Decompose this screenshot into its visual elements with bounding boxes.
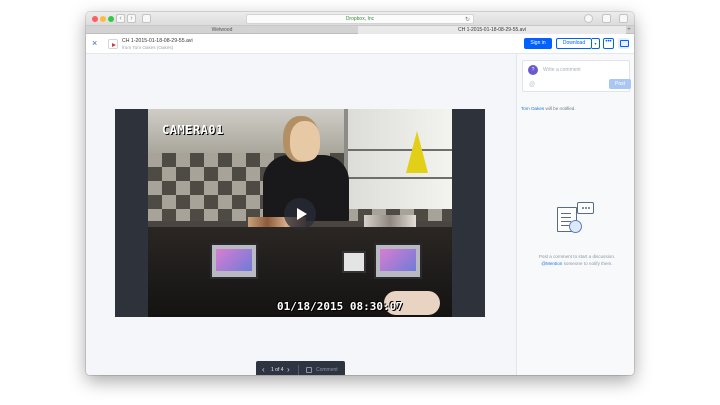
download-button[interactable]: Download [556, 38, 592, 49]
next-page-chevron-icon[interactable]: › [287, 365, 290, 375]
avatar: ? [528, 65, 538, 75]
add-comment-button[interactable]: Comment [316, 367, 338, 373]
browser-window: ‹ › Dropbox, Inc ↻ Wetwood CH 1-2015-01-… [86, 12, 634, 375]
notify-suffix: will be notified. [544, 106, 576, 111]
page-navigator: ‹ 1 of 4 › Comment [256, 361, 345, 375]
window-zoom-button[interactable] [108, 16, 114, 22]
frame-register-left [210, 243, 258, 279]
file-owner: from Tom Oakes (Oakes) [122, 45, 174, 50]
window-minimize-button[interactable] [100, 16, 106, 22]
close-icon[interactable]: × [92, 38, 97, 48]
comments-panel: ? Write a comment @ Post Tom Oakes will … [516, 54, 634, 375]
comments-toggle-icon[interactable] [618, 38, 629, 49]
comment-composer: ? Write a comment @ Post [522, 60, 631, 92]
new-tab-button[interactable]: + [626, 27, 632, 33]
tabs-overview-icon[interactable] [619, 14, 628, 23]
camera-timestamp: 01/18/2015 08:30:07 [277, 300, 403, 313]
window-close-button[interactable] [92, 16, 98, 22]
more-options-button[interactable]: ••• [603, 38, 614, 49]
reload-icon[interactable]: ↻ [465, 16, 470, 24]
share-icon[interactable] [602, 14, 611, 23]
sidebar-toggle-icon[interactable] [142, 14, 151, 23]
browser-toolbar: ‹ › Dropbox, Inc ↻ [86, 12, 634, 26]
frame-wet-floor-sign [406, 131, 428, 173]
post-button[interactable]: Post [609, 79, 631, 89]
video-player[interactable]: CAMERA01 01/18/2015 08:30:07 [115, 109, 485, 317]
frame-person-head [290, 121, 320, 161]
address-text: Dropbox, Inc [345, 16, 375, 22]
mention-button[interactable]: @ [529, 82, 535, 88]
preview-area: CAMERA01 01/18/2015 08:30:07 ‹ 1 of 4 › … [86, 54, 516, 375]
comment-icon[interactable] [306, 367, 312, 373]
pager-divider [298, 365, 299, 375]
tab-bar: Wetwood CH 1-2015-01-18-08-29-55.avi + [86, 26, 634, 34]
empty-state-mention: @Mention someone to notify them. [525, 260, 629, 267]
downloads-icon[interactable] [584, 14, 593, 23]
notify-text: Tom Oakes will be notified. [521, 106, 576, 111]
mention-suffix: someone to notify them. [562, 261, 613, 266]
address-bar[interactable]: Dropbox, Inc ↻ [246, 14, 474, 24]
notify-user[interactable]: Tom Oakes [521, 106, 544, 111]
previous-page-chevron-icon[interactable]: ‹ [262, 365, 265, 375]
empty-state-message: Post a comment to start a discussion. [538, 254, 616, 259]
play-icon[interactable] [284, 198, 316, 230]
comments-empty-icon [557, 202, 597, 236]
camera-label: CAMERA01 [162, 123, 224, 137]
video-file-icon [108, 39, 118, 49]
frame-register-right [374, 243, 422, 279]
file-name: CH 1-2015-01-18-08-29-55.avi [122, 38, 193, 44]
preview-header: × CH 1-2015-01-18-08-29-55.avi from Tom … [86, 34, 634, 54]
tab-video-file[interactable]: CH 1-2015-01-18-08-29-55.avi [358, 26, 626, 34]
tab-wetwood[interactable]: Wetwood [86, 26, 358, 34]
comment-input[interactable]: Write a comment [543, 67, 581, 73]
frame-door-bars [348, 149, 452, 179]
page-counter: 1 of 4 [271, 367, 284, 373]
mention-link[interactable]: @Mention [541, 261, 562, 266]
download-menu-chevron-icon[interactable]: ▾ [592, 38, 600, 49]
forward-button[interactable]: › [127, 14, 136, 23]
back-button[interactable]: ‹ [116, 14, 125, 23]
user-circle-icon [569, 220, 582, 233]
speech-bubble-icon [577, 202, 594, 214]
sign-in-button[interactable]: Sign in [524, 38, 552, 49]
frame-card-reader [342, 251, 366, 273]
